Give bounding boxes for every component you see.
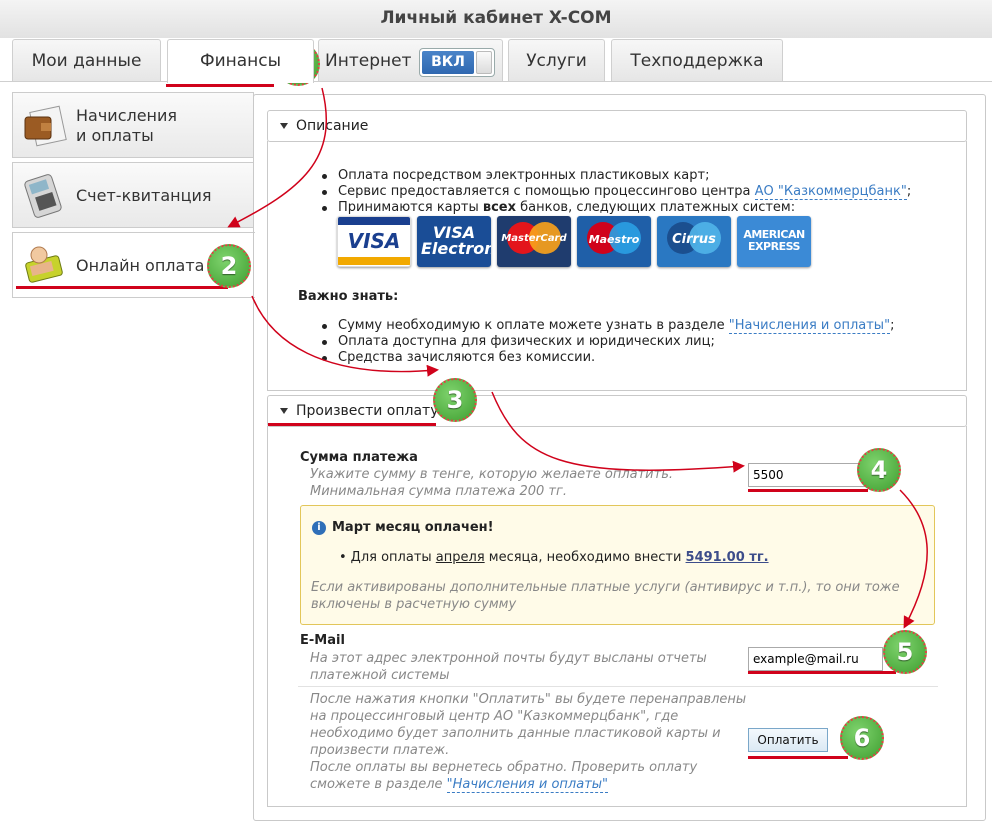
step-badge-5: 5 xyxy=(883,630,927,674)
annotation-arrows xyxy=(227,87,928,629)
step-badge-6: 6 xyxy=(840,716,884,760)
tab-finances[interactable]: Финансы xyxy=(167,39,314,83)
step-badge-3: 3 xyxy=(433,378,477,422)
app-window: Личный кабинет X-COM Мои данные Финансы … xyxy=(0,0,992,828)
step-badge-2: 2 xyxy=(207,244,251,288)
step-badge-4: 4 xyxy=(857,448,901,492)
